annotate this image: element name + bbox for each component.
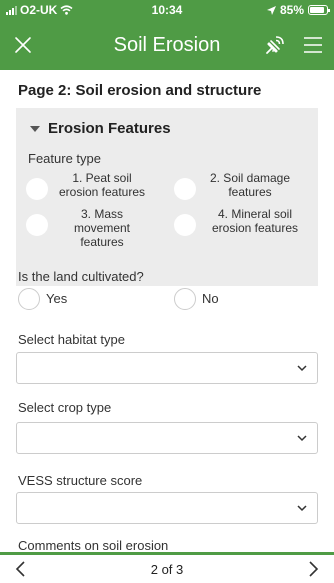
page-heading: Page 2: Soil erosion and structure	[18, 82, 262, 99]
radio-circle[interactable]	[18, 288, 40, 310]
cultivated-no-label: No	[202, 291, 219, 306]
status-right: 85%	[266, 3, 330, 17]
erosion-features-toggle[interactable]: Erosion Features	[30, 120, 171, 137]
location-arrow-icon	[266, 5, 276, 15]
battery-percent: 85%	[279, 3, 304, 17]
vess-select[interactable]	[16, 492, 318, 524]
caret-down-icon	[30, 125, 40, 132]
battery-icon	[308, 5, 330, 15]
comments-label: Comments on soil erosion	[18, 538, 169, 552]
erosion-features-title: Erosion Features	[48, 120, 171, 137]
feature-option-label: 2. Soil damage features	[209, 171, 291, 199]
cultivated-question: Is the land cultivated?	[18, 269, 144, 284]
habitat-select[interactable]	[16, 352, 318, 384]
chevron-down-icon	[297, 435, 307, 442]
chevron-right-icon[interactable]	[306, 561, 320, 577]
feature-option-label: 1. Peat soil erosion features	[58, 171, 146, 199]
page-counter: 2 of 3	[150, 562, 184, 577]
radio-circle[interactable]	[26, 214, 48, 236]
crop-label: Select crop type	[18, 400, 112, 415]
habitat-label: Select habitat type	[18, 332, 125, 347]
cultivated-yes-label: Yes	[46, 291, 68, 306]
form-content[interactable]: Page 2: Soil erosion and structure Erosi…	[0, 70, 334, 552]
bottom-navigation: 2 of 3	[0, 555, 334, 583]
feature-option-label: 3. Mass movement features	[73, 207, 131, 249]
radio-circle[interactable]	[174, 214, 196, 236]
feature-option-mass-movement[interactable]: 3. Mass movement features	[26, 207, 152, 249]
title-bar: Soil Erosion	[0, 20, 334, 70]
radio-circle[interactable]	[26, 178, 48, 200]
radio-circle[interactable]	[174, 178, 196, 200]
feature-option-label: 4. Mineral soil erosion features	[211, 207, 299, 235]
feature-option-mineral-soil[interactable]: 4. Mineral soil erosion features	[174, 207, 310, 236]
radio-circle[interactable]	[174, 288, 196, 310]
vess-label: VESS structure score	[18, 473, 143, 488]
feature-option-soil-damage[interactable]: 2. Soil damage features	[174, 171, 300, 200]
hamburger-menu-icon[interactable]	[301, 33, 325, 57]
feature-option-peat[interactable]: 1. Peat soil erosion features	[26, 171, 152, 200]
chevron-down-icon	[297, 365, 307, 372]
cultivated-yes-option[interactable]: Yes	[18, 288, 67, 310]
status-bar: O2-UK 10:34 85%	[0, 0, 334, 20]
gps-satellite-icon[interactable]	[262, 32, 288, 58]
feature-type-label: Feature type	[28, 151, 101, 166]
erosion-features-group: Erosion Features Feature type 1. Peat so…	[16, 108, 318, 286]
chevron-down-icon	[297, 505, 307, 512]
crop-select[interactable]	[16, 422, 318, 454]
cultivated-no-option[interactable]: No	[174, 288, 219, 310]
